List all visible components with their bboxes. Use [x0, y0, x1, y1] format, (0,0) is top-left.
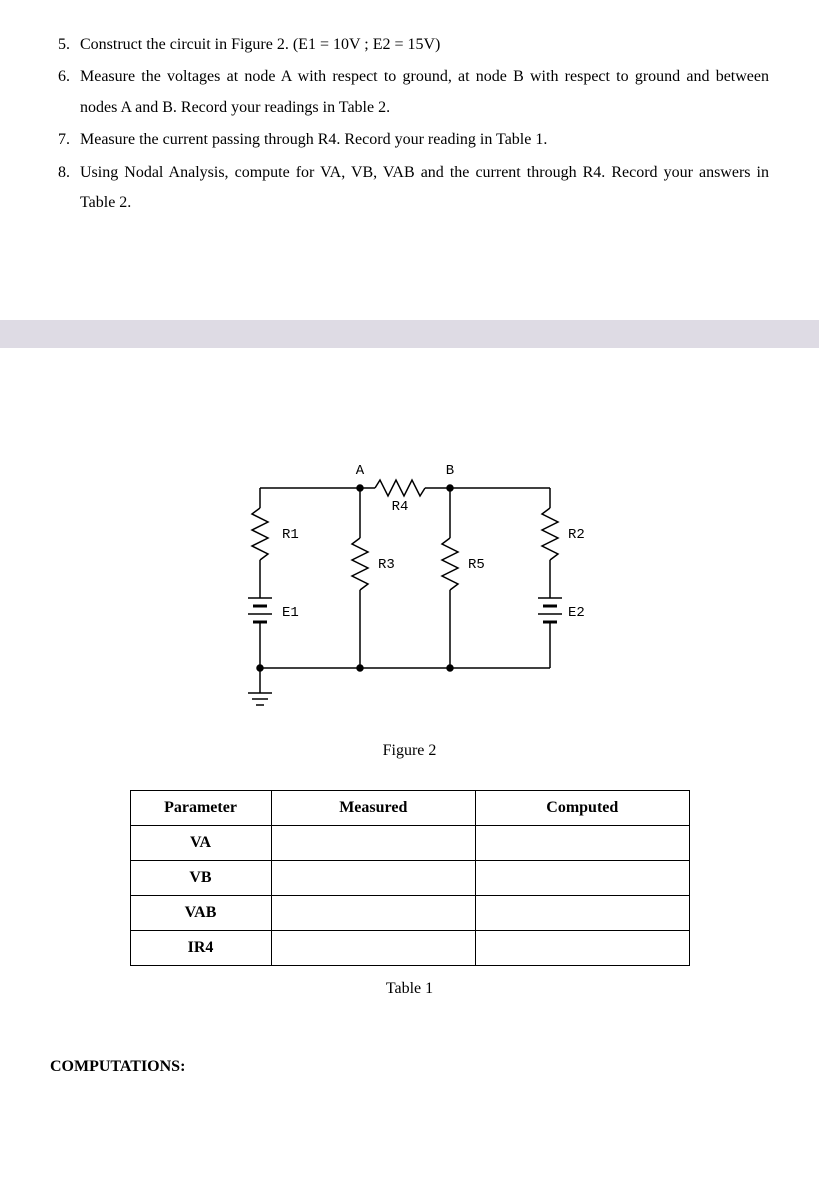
figure-2: A B R4 R1 R2 R3 R5 E1 E2 Figure 2	[50, 448, 769, 760]
param-vab: VAB	[130, 896, 271, 931]
circuit-diagram: A B R4 R1 R2 R3 R5 E1 E2	[220, 448, 600, 728]
step-7: Measure the current passing through R4. …	[74, 125, 769, 155]
measured-vb	[271, 861, 476, 896]
table-row: IR4	[130, 931, 689, 966]
r1-label: R1	[282, 527, 299, 543]
e2-label: E2	[568, 605, 585, 621]
computed-vb	[476, 861, 689, 896]
measured-ir4	[271, 931, 476, 966]
page-lower: A B R4 R1 R2 R3 R5 E1 E2 Figure 2 Parame…	[0, 418, 819, 1116]
step-8: Using Nodal Analysis, compute for VA, VB…	[74, 158, 769, 219]
table-row: VA	[130, 826, 689, 861]
r4-label: R4	[391, 499, 408, 515]
param-ir4: IR4	[130, 931, 271, 966]
col-computed: Computed	[476, 791, 689, 826]
node-a-label: A	[355, 463, 364, 479]
r5-label: R5	[468, 557, 485, 573]
section-divider	[0, 320, 819, 348]
steps-list: Construct the circuit in Figure 2. (E1 =…	[50, 30, 769, 218]
table-row: VB	[130, 861, 689, 896]
r2-label: R2	[568, 527, 585, 543]
measured-va	[271, 826, 476, 861]
e1-label: E1	[282, 605, 299, 621]
col-measured: Measured	[271, 791, 476, 826]
step-6: Measure the voltages at node A with resp…	[74, 62, 769, 123]
computed-vab	[476, 896, 689, 931]
figure-caption: Figure 2	[50, 742, 769, 760]
table-caption: Table 1	[50, 980, 769, 998]
computed-va	[476, 826, 689, 861]
param-va: VA	[130, 826, 271, 861]
table-row: VAB	[130, 896, 689, 931]
r3-label: R3	[378, 557, 395, 573]
computed-ir4	[476, 931, 689, 966]
computations-heading: COMPUTATIONS:	[50, 1058, 769, 1076]
page-upper: Construct the circuit in Figure 2. (E1 =…	[0, 0, 819, 260]
node-b-label: B	[445, 463, 453, 479]
param-vb: VB	[130, 861, 271, 896]
step-5: Construct the circuit in Figure 2. (E1 =…	[74, 30, 769, 60]
measured-vab	[271, 896, 476, 931]
col-parameter: Parameter	[130, 791, 271, 826]
results-table: Parameter Measured Computed VA VB VAB	[130, 790, 690, 966]
